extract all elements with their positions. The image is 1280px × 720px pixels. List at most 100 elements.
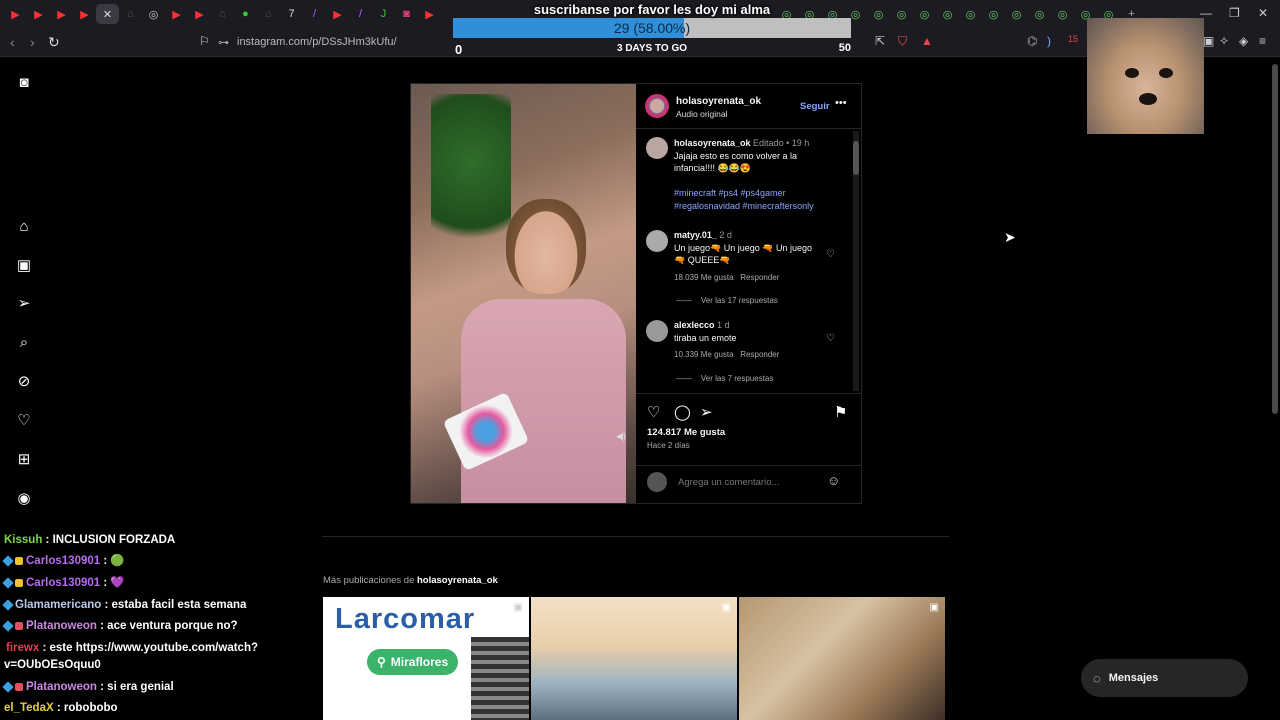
tab-globe-icon[interactable]: ◎: [142, 4, 165, 24]
back-icon[interactable]: ‹: [10, 34, 15, 50]
wallet-icon[interactable]: ▣: [1203, 34, 1214, 48]
mute-icon[interactable]: ◀): [616, 431, 626, 442]
address-bar[interactable]: ⊶ instagram.com/p/DSsJHm3kUfu/: [218, 31, 448, 53]
tab-youtube-icon[interactable]: ▶: [188, 4, 211, 24]
brave-rewards-icon[interactable]: ▲: [921, 34, 933, 48]
site-info-icon[interactable]: ⊶: [218, 36, 229, 49]
tab-youtube-icon[interactable]: ▶: [27, 4, 50, 24]
tab-seven-icon[interactable]: 7: [280, 4, 303, 24]
forward-icon[interactable]: ›: [30, 34, 35, 50]
bookmark-icon[interactable]: ⚐: [199, 34, 210, 48]
like-icon[interactable]: ♡: [647, 403, 660, 421]
menu-icon[interactable]: ≡: [1259, 34, 1266, 48]
comment-likes[interactable]: 10.339 Me gusta: [674, 350, 734, 359]
comment-icon[interactable]: ◯: [674, 403, 691, 421]
tab-pen-icon[interactable]: /: [303, 4, 326, 24]
tab-bag-icon[interactable]: ⌂: [119, 4, 142, 24]
tab-j-icon[interactable]: J: [372, 4, 395, 24]
emoji-icon[interactable]: ☺: [827, 473, 840, 488]
extension-badge-icon[interactable]: 15: [1068, 34, 1078, 44]
caption-avatar[interactable]: [646, 137, 668, 159]
tab-chrome-icon[interactable]: ◎: [982, 4, 1005, 24]
share-icon[interactable]: ⇱: [875, 34, 885, 48]
likes-count[interactable]: 124.817 Me gusta: [647, 427, 725, 438]
post-thumbnail[interactable]: ▣: [739, 597, 945, 720]
instagram-logo-icon[interactable]: ◙: [16, 74, 32, 91]
tab-bag-icon[interactable]: ⌂: [211, 4, 234, 24]
leo-icon[interactable]: ✧: [1219, 34, 1229, 48]
profile-avatar-icon[interactable]: ◉: [16, 490, 32, 507]
tab-chrome-icon[interactable]: ◎: [890, 4, 913, 24]
maximize-icon[interactable]: ❐: [1229, 6, 1240, 20]
view-replies-button[interactable]: —— Ver las 17 respuestas: [676, 296, 778, 305]
tab-chrome-icon[interactable]: ◎: [1051, 4, 1074, 24]
tab-bag-icon[interactable]: ⌂: [257, 4, 280, 24]
notifications-heart-icon[interactable]: ♡: [16, 412, 32, 429]
more-options-icon[interactable]: •••: [835, 97, 847, 109]
badge-icon: [2, 599, 14, 611]
like-comment-icon[interactable]: ♡: [826, 333, 835, 344]
tab-youtube-icon[interactable]: ▶: [4, 4, 27, 24]
caption-hashtags[interactable]: #minecraft #ps4 #ps4gamer #regalosnavida…: [674, 187, 834, 212]
tab-chrome-icon[interactable]: ◎: [867, 4, 890, 24]
create-icon[interactable]: ⊞: [16, 451, 32, 468]
tab-chrome-icon[interactable]: ◎: [936, 4, 959, 24]
comment-input[interactable]: [676, 476, 820, 489]
tab-youtube-icon[interactable]: ▶: [73, 4, 96, 24]
like-comment-icon[interactable]: ♡: [826, 249, 835, 260]
reload-icon[interactable]: ↻: [48, 34, 60, 51]
brave-shield-icon[interactable]: ⛉: [898, 34, 907, 49]
follow-button[interactable]: Seguir: [800, 101, 830, 112]
tab-chrome-icon[interactable]: ◎: [1028, 4, 1051, 24]
comment-avatar[interactable]: [646, 320, 668, 342]
messages-label: Mensajes: [1108, 672, 1159, 684]
tab-green-icon[interactable]: ●: [234, 4, 257, 24]
caption-username[interactable]: holasoyrenata_ok: [674, 138, 751, 148]
comment-header: matyy.01_ 2 d: [674, 230, 732, 240]
author-avatar[interactable]: [645, 94, 669, 118]
reply-button[interactable]: Responder: [740, 350, 779, 359]
post-video[interactable]: ◀): [411, 84, 636, 503]
translate-icon[interactable]: ⌬: [1027, 34, 1037, 48]
chat-text: si era genial: [107, 681, 174, 693]
post-thumbnail[interactable]: Larcomar ⚲ Miraflores ▣: [323, 597, 529, 720]
direct-send-icon[interactable]: ➢: [16, 295, 32, 312]
post-thumbnail[interactable]: ▣: [531, 597, 737, 720]
explore-icon[interactable]: ⊘: [16, 373, 32, 390]
comment-likes[interactable]: 18.039 Me gusta: [674, 273, 734, 282]
tab-youtube-icon[interactable]: ▶: [418, 4, 441, 24]
extension-icon[interactable]: ): [1047, 34, 1051, 48]
reply-button[interactable]: Responder: [740, 273, 779, 282]
chat-username: Platanoweon: [26, 620, 97, 632]
reels-icon[interactable]: ▣: [16, 257, 32, 274]
tab-instagram-icon[interactable]: ◙: [395, 4, 418, 24]
comments-scrollbar[interactable]: [853, 131, 859, 391]
audio-label[interactable]: Audio original: [676, 109, 728, 119]
share-icon[interactable]: ➢: [700, 403, 713, 421]
comment-actions: 10.339 Me gusta Responder: [674, 350, 779, 359]
more-posts-username[interactable]: holasoyrenata_ok: [417, 575, 498, 586]
vpn-icon[interactable]: ◈: [1239, 34, 1248, 48]
comment-username[interactable]: matyy.01_: [674, 230, 717, 240]
scroll-thumb[interactable]: [853, 141, 859, 175]
tab-youtube-icon[interactable]: ▶: [50, 4, 73, 24]
tab-chrome-icon[interactable]: ◎: [913, 4, 936, 24]
tab-youtube-icon[interactable]: ▶: [326, 4, 349, 24]
chat-message: Glamamericano : estaba facil esta semana: [2, 597, 246, 614]
page-scrollbar[interactable]: [1272, 64, 1278, 414]
tab-youtube-icon[interactable]: ▶: [165, 4, 188, 24]
chat-text: 💜: [110, 577, 125, 589]
tab-chrome-icon[interactable]: ◎: [1005, 4, 1028, 24]
messages-button[interactable]: ◌ Mensajes: [1081, 659, 1248, 697]
author-username[interactable]: holasoyrenata_ok: [676, 96, 761, 107]
view-replies-button[interactable]: —— Ver las 7 respuestas: [676, 374, 773, 383]
tab-pen-icon[interactable]: /: [349, 4, 372, 24]
comment-username[interactable]: alexlecco: [674, 320, 715, 330]
tab-close-icon[interactable]: ✕: [96, 4, 119, 24]
save-bookmark-icon[interactable]: ⚑: [834, 403, 847, 421]
home-icon[interactable]: ⌂: [16, 218, 32, 235]
window-close-icon[interactable]: ✕: [1258, 6, 1268, 20]
search-icon[interactable]: ⌕: [16, 334, 32, 351]
comment-avatar[interactable]: [646, 230, 668, 252]
tab-chrome-icon[interactable]: ◎: [959, 4, 982, 24]
